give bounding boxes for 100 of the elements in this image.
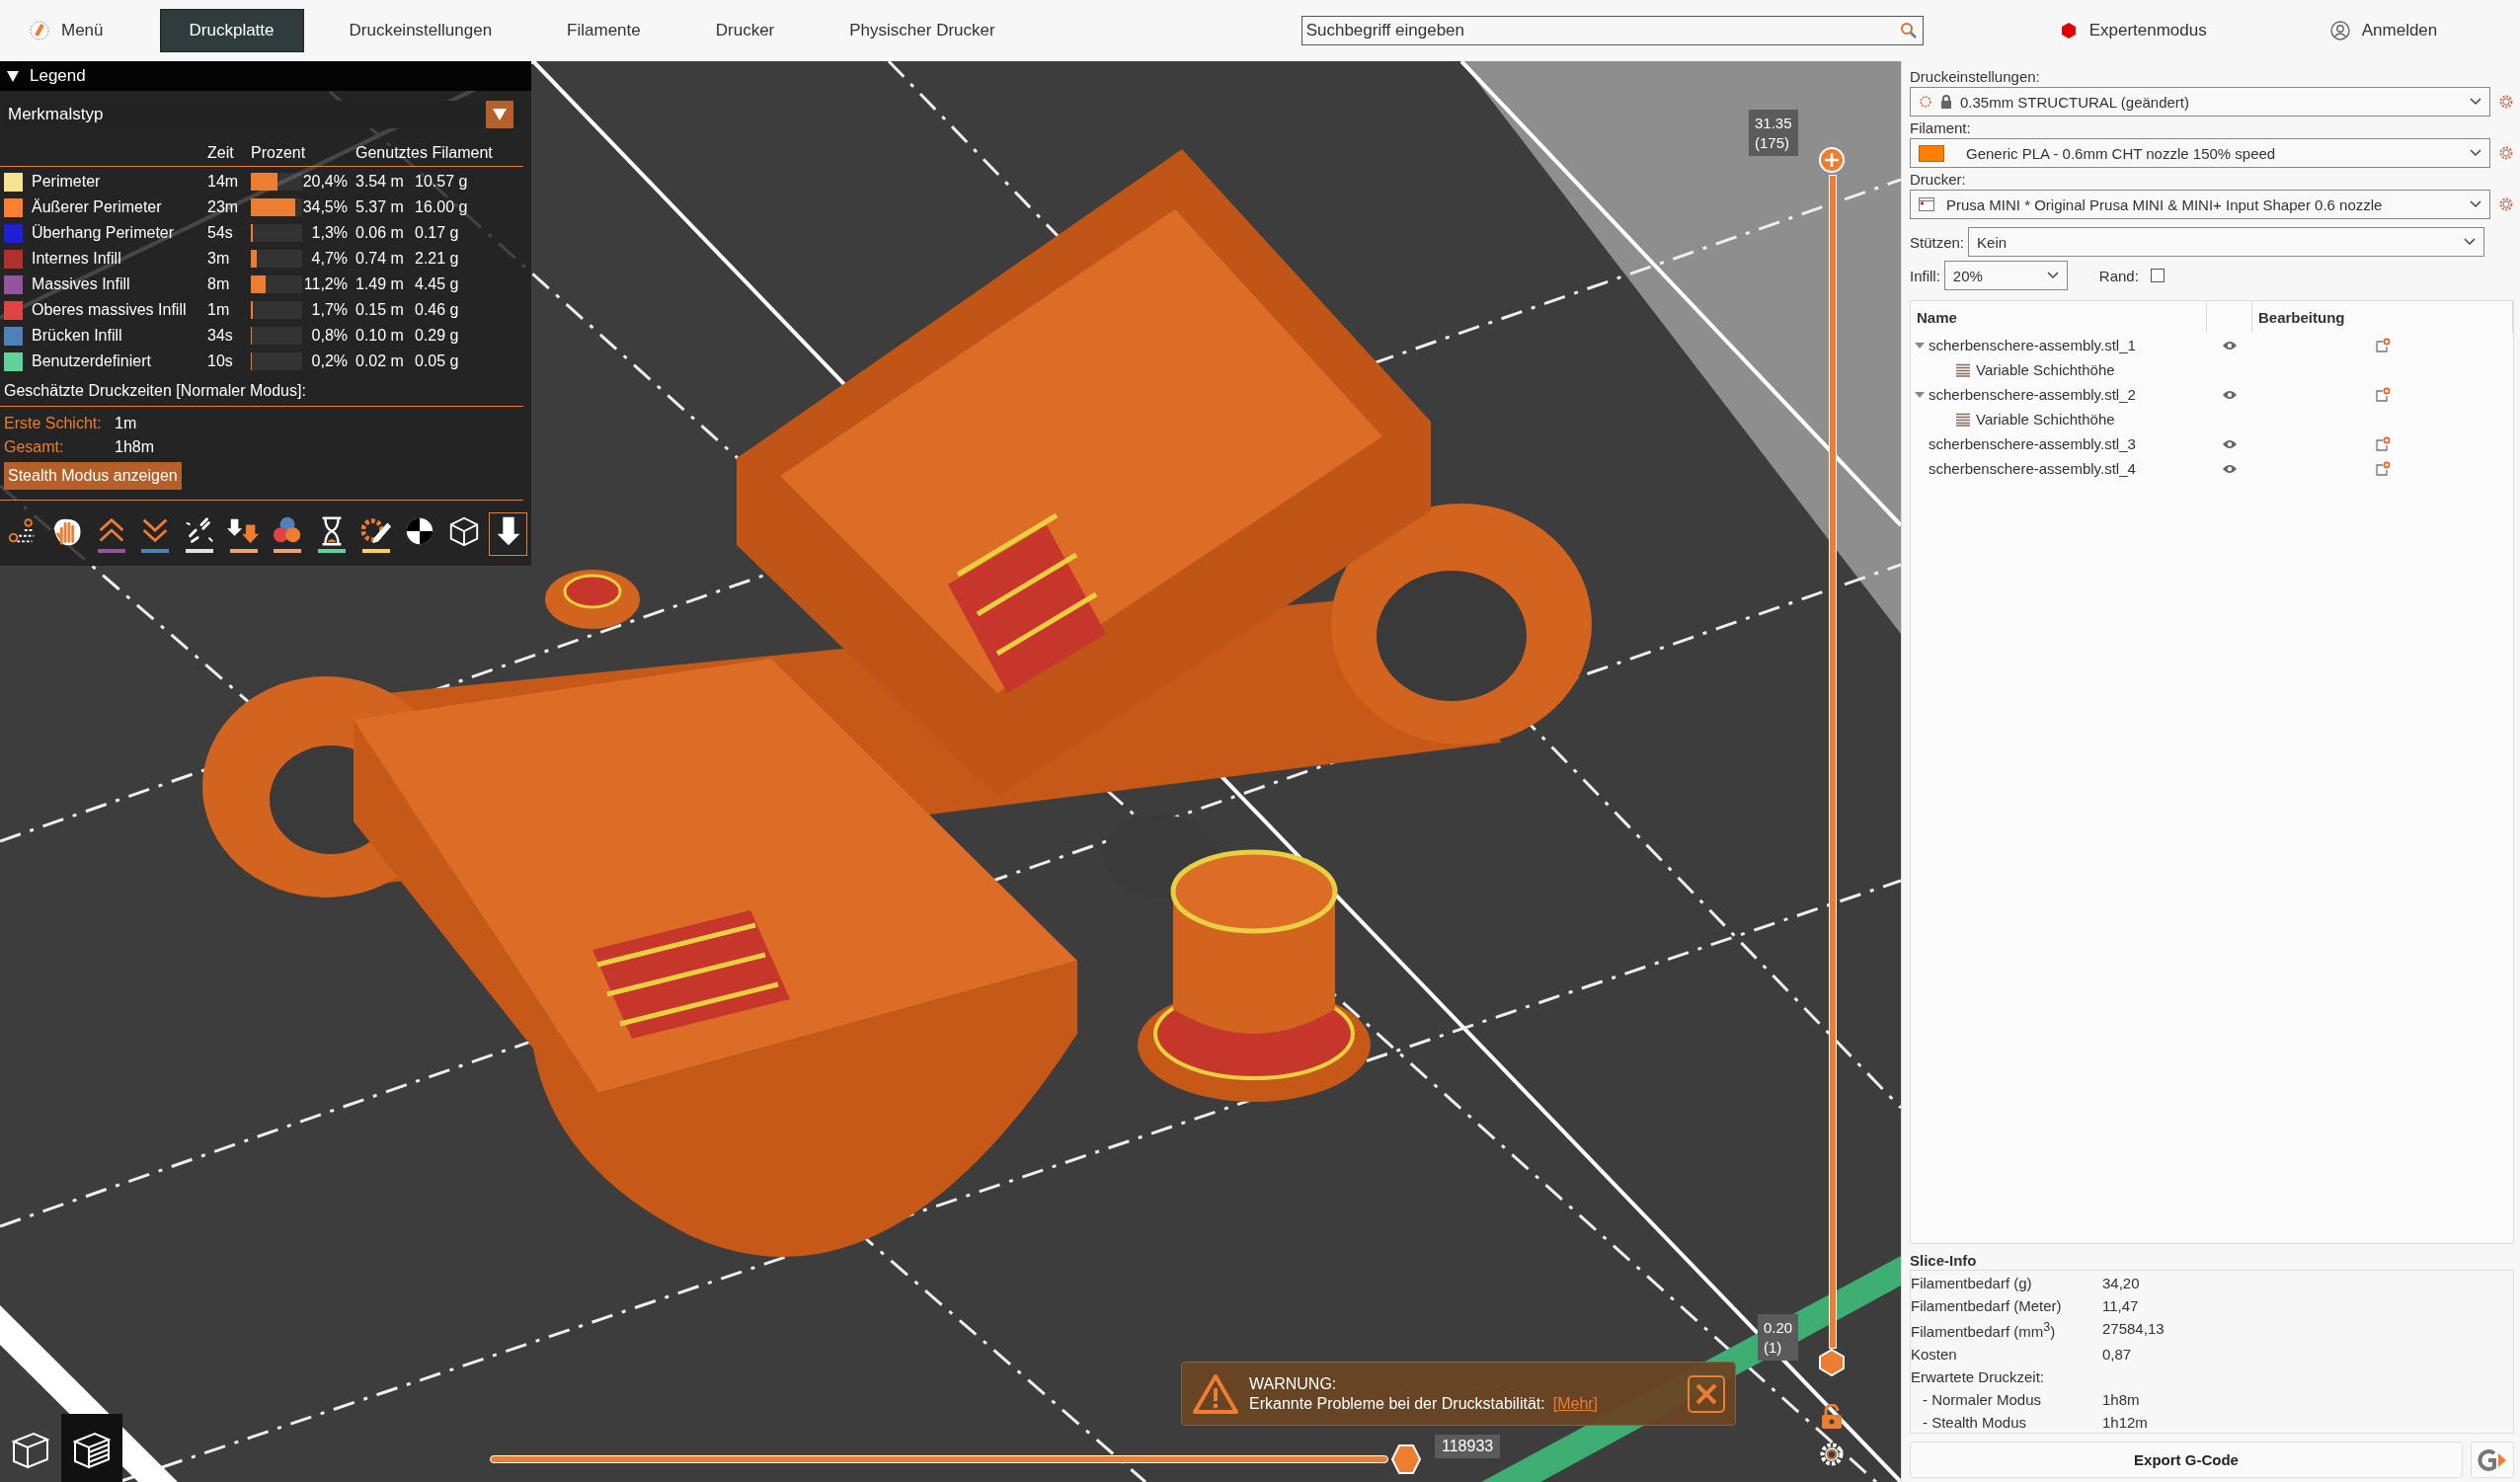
expand-arrow-icon[interactable] [1915,342,1925,349]
search-field[interactable]: Suchbegriff eingeben [1300,16,1924,45]
time-label: Erste Schicht: [4,415,103,432]
tab[interactable]: Drucker [685,9,805,52]
time-value: 34s [207,326,234,346]
field-label: Druckeinstellungen: [1910,66,2041,87]
info-label: - Normaler Modus [1922,1391,2043,1408]
column-header: Bearbeitung [2252,301,2513,333]
time-value: 23m [207,197,240,217]
info-value: 0,87 [2102,1346,2133,1363]
weight-value: 4.45 g [415,274,460,294]
export-button[interactable]: Export G-Code [1910,1442,2463,1478]
eye-icon[interactable] [2222,388,2238,401]
weight-value: 0.17 g [415,223,460,243]
info-value: 27584,13 [2102,1320,2166,1339]
stealth-mode-button[interactable]: Stealth Modus anzeigen [4,462,182,490]
weight-value: 0.46 g [415,300,460,320]
double-chevron-down-icon [142,518,169,543]
warning-title: WARNUNG: [1249,1374,1338,1393]
time-value: 14m [207,172,240,192]
column-header: Prozent [251,143,307,163]
tab[interactable]: Druckplatte [159,9,304,52]
edit-icon[interactable] [2375,460,2391,477]
hourglass-icon [321,516,343,546]
object-name[interactable]: scherbenschere-assembly.stl_4 [1929,460,2136,477]
tab[interactable]: Druckeinstellungen [319,9,522,52]
tab[interactable]: Filamente [537,9,670,52]
eye-icon[interactable] [2222,437,2238,450]
move-count-label: 118933 [1435,1435,1501,1458]
edit-icon[interactable] [2375,435,2391,452]
brim-checkbox[interactable] [2150,269,2165,282]
layers-icon [1956,412,1970,427]
column-header: Genutztes Filament [355,143,494,163]
toolbar-button[interactable] [489,512,528,556]
time-value: 54s [207,223,234,243]
view-button[interactable] [61,1414,122,1482]
length-value: 3.54 m [355,172,405,192]
infill-dropdown[interactable]: 20% [1943,261,2068,290]
section-title: Slice-Info [1910,1252,1978,1270]
eye-icon[interactable] [2222,339,2238,351]
object-modifier[interactable]: Variable Schichthöhe [1976,411,2115,428]
nozzle-arrow-icon [226,518,259,544]
close-button[interactable] [1688,1374,1725,1413]
edit-icon[interactable] [2375,386,2391,403]
percent-value: 1,3% [310,223,349,243]
info-value: 34,20 [2102,1275,2141,1291]
feature-name: Überhang Perimeter [32,223,176,243]
eye-icon[interactable] [2222,462,2238,475]
broken-link-icon [185,517,214,543]
info-label: Erwartete Druckzeit: [1911,1368,2046,1385]
object-modifier[interactable]: Variable Schichthöhe [1976,361,2115,378]
time-value: 1m [115,415,138,432]
time-value: 8m [207,274,231,294]
edit-icon[interactable] [2375,337,2391,353]
length-value: 0.06 m [355,223,405,243]
menu-button[interactable]: Menü [0,21,160,40]
chevron-down-icon [2470,149,2481,157]
gear-icon [1919,95,1932,109]
logo-icon [30,21,49,40]
horizontal-slider-thumb[interactable] [1390,1443,1422,1475]
object-name[interactable]: scherbenschere-assembly.stl_1 [1929,337,2136,353]
field-label: Filament: [1910,117,1972,138]
tab[interactable]: Physischer Drucker [820,9,1025,52]
mode-label[interactable]: Expertenmodus [2088,21,2207,40]
caret-icon [492,108,508,121]
expand-arrow-icon[interactable] [1915,391,1925,398]
info-label: Filamentbedarf (Meter) [1911,1297,2063,1314]
printer-dropdown[interactable]: Prusa MINI * Original Prusa MINI & MINI+ Input Shaper 0.6 nozzle [1910,190,2490,219]
lower-layer-label: 0.20 (1) [1758,1314,1799,1361]
gear-pencil-icon [360,518,391,544]
filament-dropdown[interactable]: Generic PLA - 0.6mm CHT nozzle 150% speed [1910,138,2490,168]
lower-slider-thumb[interactable] [1818,1349,1846,1376]
supports-dropdown[interactable]: Kein [1968,227,2484,257]
object-name[interactable]: scherbenschere-assembly.stl_2 [1929,386,2136,403]
field-label: Infill: [1910,267,1940,284]
chevron-down-icon [2470,200,2481,208]
object-name[interactable]: scherbenschere-assembly.stl_3 [1929,435,2136,452]
length-value: 0.02 m [355,351,405,371]
feature-name: Perimeter [32,172,102,192]
length-value: 1.49 m [355,274,405,294]
weight-value: 0.05 g [415,351,460,371]
length-value: 0.15 m [355,300,405,320]
search-icon[interactable] [1899,22,1918,39]
field-label: Rand: [2098,267,2139,284]
print-settings-dropdown[interactable]: 0.35mm STRUCTURAL (geändert) [1910,87,2490,117]
user-icon [2329,21,2350,40]
info-value: 1h12m [2102,1414,2149,1431]
percent-value: 20,4% [302,172,349,192]
collapse-triangle-icon[interactable] [6,69,20,83]
layers-icon [1956,362,1970,377]
warning-message: Erkannte Probleme bei der Druckstabilität: [1249,1394,1545,1413]
upper-layer-label: 31.35 (175) [1749,110,1798,156]
unlocked-padlock-icon[interactable] [1820,1404,1844,1430]
horizontal-slider-fill[interactable] [490,1455,1388,1463]
close-icon [1694,1381,1718,1406]
login-link[interactable]: Anmelden [2361,21,2438,40]
send-gcode-button[interactable] [2471,1442,2514,1478]
length-value: 0.10 m [355,326,405,346]
feature-name: Oberes massives Infill [32,300,188,320]
info-label: Filamentbedarf (mm$^{3}$) [1911,1320,2057,1340]
